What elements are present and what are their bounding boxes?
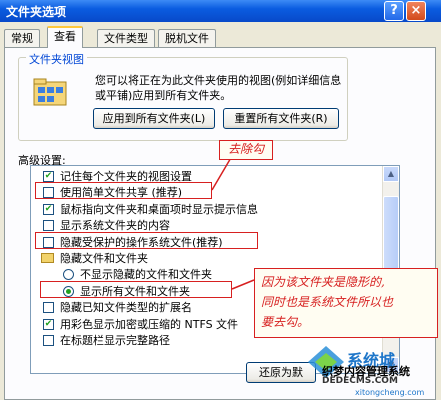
watermark-text: DEDECMS.COM: [322, 376, 398, 386]
annotation-line: 因为该文件夹是隐形的,: [261, 275, 385, 289]
annotation-remove-hook: 去除勾: [219, 140, 273, 160]
watermark-text: xitongcheng.com: [355, 388, 425, 397]
tab-view[interactable]: 查看: [47, 26, 83, 48]
annotation-hidden-note: 因为该文件夹是隐形的, 同时也是系统文件所以也 要去勾。: [254, 268, 438, 338]
annotation-line: 要去勾。: [261, 315, 310, 329]
annotation-arrows: [211, 155, 255, 290]
annotation-line: 同时也是系统文件所以也: [261, 295, 394, 309]
